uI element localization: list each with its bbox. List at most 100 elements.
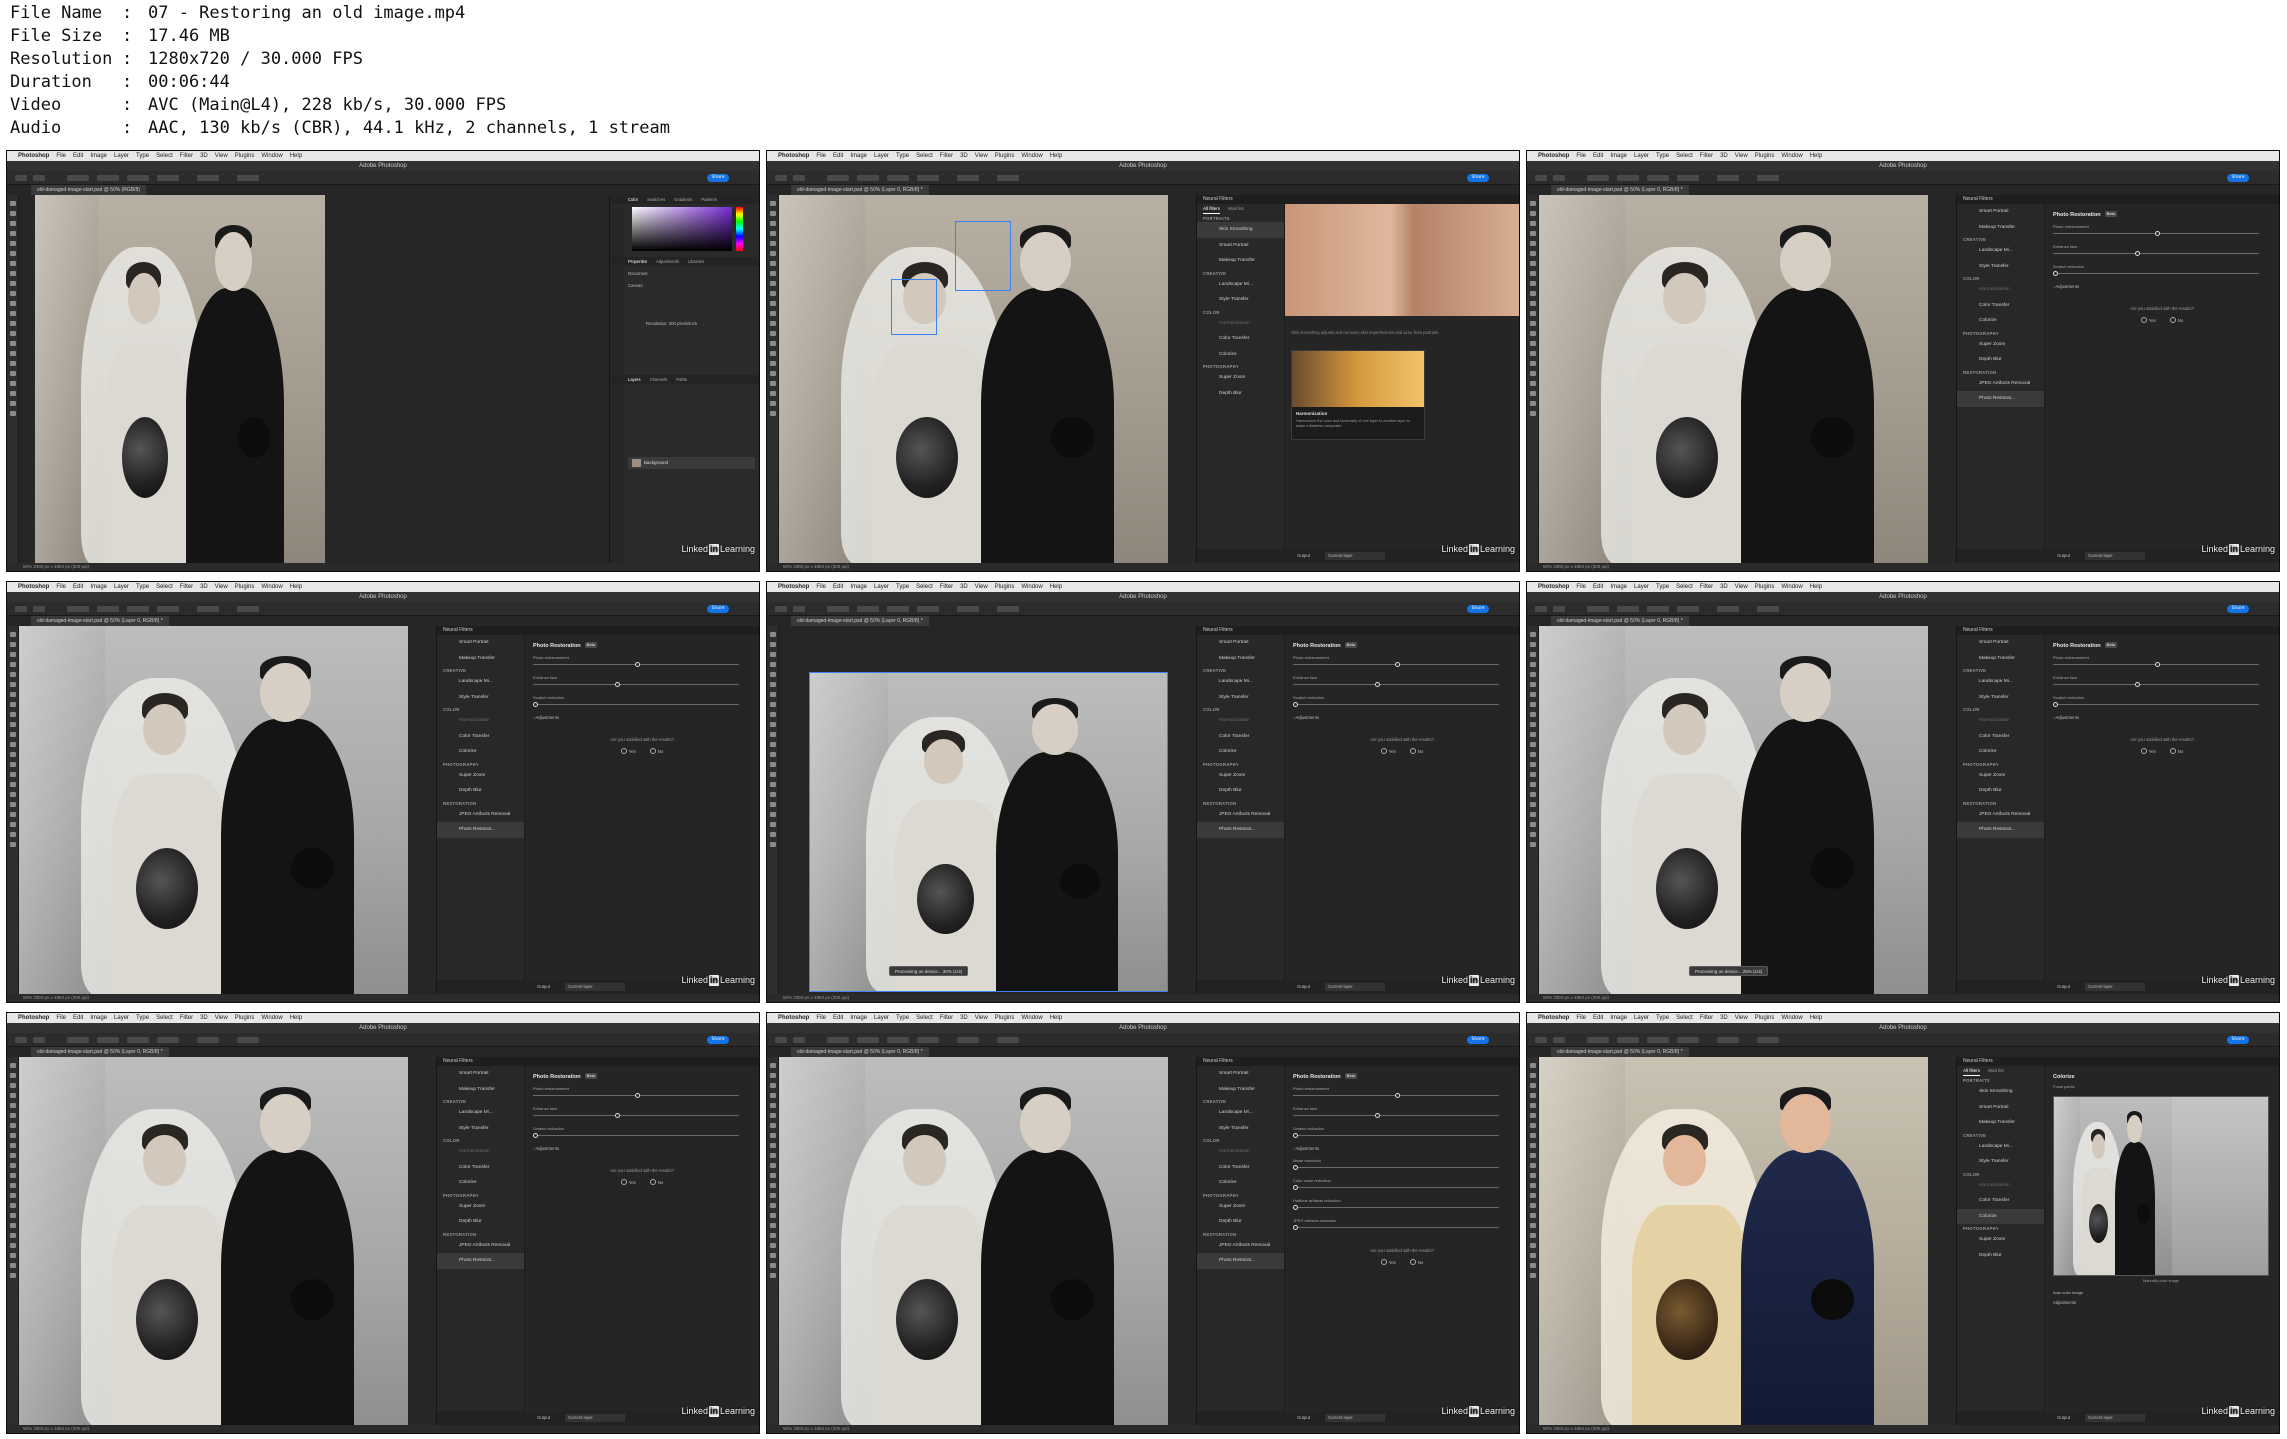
adjustments-disclosure[interactable]: › Adjustments: [1293, 713, 1511, 723]
tool-icon[interactable]: [1530, 822, 1536, 827]
output-select[interactable]: Current layer: [2085, 552, 2145, 560]
tool-icon[interactable]: [1530, 271, 1536, 276]
no-radio[interactable]: No: [650, 1179, 664, 1185]
tool-icon[interactable]: [1530, 281, 1536, 286]
yes-radio[interactable]: Yes: [1381, 748, 1396, 754]
menu-item[interactable]: File: [1576, 582, 1586, 592]
output-select[interactable]: Current layer: [1325, 1414, 1385, 1422]
menu-item[interactable]: Filter: [940, 1013, 953, 1023]
neural-filter-item[interactable]: Makeup Transfer: [1197, 651, 1284, 667]
slider-knob[interactable]: [2155, 231, 2160, 236]
yes-radio[interactable]: Yes: [1381, 1259, 1396, 1265]
neural-filter-item[interactable]: Smart Portrait: [1197, 238, 1284, 254]
no-radio[interactable]: No: [2170, 317, 2184, 323]
tool-icon[interactable]: [1530, 361, 1536, 366]
tool-icon[interactable]: [10, 1203, 16, 1208]
tool-icon[interactable]: [1530, 1263, 1536, 1268]
tool-icon[interactable]: [10, 802, 16, 807]
option-control[interactable]: [127, 606, 149, 612]
adjustments-disclosure[interactable]: › Adjustments: [1293, 1144, 1511, 1154]
slider-knob[interactable]: [533, 1133, 538, 1138]
slider-track[interactable]: [1293, 1135, 1499, 1136]
menu-item[interactable]: Layer: [874, 582, 889, 592]
slider-knob[interactable]: [635, 662, 640, 667]
option-control[interactable]: [33, 606, 45, 612]
menu-item[interactable]: Edit: [1593, 1013, 1603, 1023]
neural-filter-item[interactable]: Style Transfer: [1957, 1154, 2044, 1170]
option-control[interactable]: [1647, 606, 1669, 612]
option-control[interactable]: [857, 606, 879, 612]
document-canvas[interactable]: Processing on device... 25% (1/4): [1539, 626, 1958, 996]
tool-icon[interactable]: [10, 642, 16, 647]
option-control[interactable]: [1647, 1037, 1669, 1043]
menu-item[interactable]: Layer: [874, 1013, 889, 1023]
neural-filter-item[interactable]: Photo Restorat...: [1957, 822, 2044, 838]
slider-track[interactable]: [2053, 273, 2259, 274]
tool-icon[interactable]: [1530, 632, 1536, 637]
tool-icon[interactable]: [1530, 1173, 1536, 1178]
neural-filter-item[interactable]: Depth Blur: [437, 1214, 524, 1230]
neural-filter-item[interactable]: Super Zoom: [437, 1199, 524, 1215]
menu-item[interactable]: Filter: [180, 151, 193, 161]
tool-icon[interactable]: [770, 652, 776, 657]
menu-item[interactable]: Image: [90, 582, 107, 592]
option-control[interactable]: [157, 175, 179, 181]
neural-filter-item[interactable]: Harmonization: [1957, 282, 2044, 298]
option-control[interactable]: [957, 175, 979, 181]
neural-filter-item[interactable]: Style Transfer: [1957, 690, 2044, 706]
tab-swatches[interactable]: Swatches: [647, 195, 665, 204]
slider-track[interactable]: [1293, 1227, 1499, 1228]
tool-icon[interactable]: [770, 642, 776, 647]
tool-icon[interactable]: [770, 712, 776, 717]
menu-item[interactable]: Image: [90, 1013, 107, 1023]
tool-icon[interactable]: [10, 752, 16, 757]
option-control[interactable]: [997, 1037, 1019, 1043]
tool-icon[interactable]: [770, 321, 776, 326]
tool-icon[interactable]: [1530, 762, 1536, 767]
tool-icon[interactable]: [770, 702, 776, 707]
option-control[interactable]: [1647, 175, 1669, 181]
neural-filter-item[interactable]: Photo Restorat...: [437, 1253, 524, 1269]
menu-item[interactable]: Image: [1610, 151, 1627, 161]
menu-app-name[interactable]: Photoshop: [18, 151, 49, 161]
document-tab[interactable]: old-damaged-image-start.psd @ 50% (RGB/8…: [31, 185, 146, 195]
tool-icon[interactable]: [770, 211, 776, 216]
tool-icon[interactable]: [10, 351, 16, 356]
tool-icon[interactable]: [1530, 211, 1536, 216]
neural-filter-item[interactable]: Super Zoom: [1957, 1232, 2044, 1248]
slider-knob[interactable]: [1395, 1093, 1400, 1098]
tool-icon[interactable]: [10, 411, 16, 416]
slider-track[interactable]: [533, 704, 739, 705]
neural-filter-item[interactable]: Super Zoom: [1957, 337, 2044, 353]
slider-track[interactable]: [533, 1135, 739, 1136]
neural-filter-item[interactable]: Makeup Transfer: [1957, 651, 2044, 667]
slider-track[interactable]: [533, 684, 739, 685]
tool-icon[interactable]: [10, 1153, 16, 1158]
tool-icon[interactable]: [770, 1243, 776, 1248]
neural-filter-item[interactable]: Depth Blur: [1957, 783, 2044, 799]
tool-icon[interactable]: [1530, 411, 1536, 416]
tool-icon[interactable]: [10, 221, 16, 226]
hue-slider[interactable]: [736, 207, 743, 251]
tool-icon[interactable]: [10, 712, 16, 717]
menu-item[interactable]: Plugins: [1755, 151, 1775, 161]
option-control[interactable]: [197, 606, 219, 612]
slider-knob[interactable]: [1293, 1133, 1298, 1138]
menu-item[interactable]: Select: [156, 1013, 173, 1023]
option-control[interactable]: [15, 175, 27, 181]
tool-icon[interactable]: [10, 1133, 16, 1138]
document-tab[interactable]: old-damaged-image-start.psd @ 50% (Layer…: [31, 1047, 169, 1057]
document-canvas[interactable]: [19, 195, 611, 565]
tool-icon[interactable]: [770, 782, 776, 787]
option-control[interactable]: [793, 175, 805, 181]
tab-paths[interactable]: Paths: [676, 375, 687, 384]
tool-icon[interactable]: [10, 251, 16, 256]
tool-icon[interactable]: [10, 1163, 16, 1168]
tool-icon[interactable]: [770, 1253, 776, 1258]
neural-filter-item[interactable]: Depth Blur: [1197, 1214, 1284, 1230]
tool-icon[interactable]: [770, 1163, 776, 1168]
option-control[interactable]: [1717, 606, 1739, 612]
menu-item[interactable]: Edit: [1593, 151, 1603, 161]
menu-item[interactable]: View: [1735, 582, 1748, 592]
neural-filter-item[interactable]: Smart Portrait: [1957, 1100, 2044, 1116]
